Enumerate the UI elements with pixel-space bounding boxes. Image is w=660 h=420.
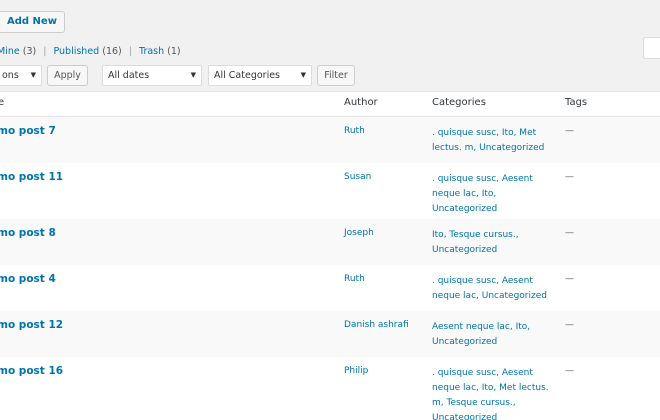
column-header-categories: Categories: [432, 97, 486, 108]
post-tags: —: [565, 274, 574, 284]
trash-count: (1): [167, 46, 181, 57]
categories-filter-select[interactable]: All Categories ▼: [208, 65, 312, 86]
dropdown-arrow-icon: ▼: [300, 71, 306, 79]
filter-button[interactable]: Filter: [317, 65, 355, 86]
table-row: mo post 11 Susan . quisque susc, Aesent …: [0, 163, 660, 219]
post-tags: —: [565, 320, 574, 330]
table-header: e Author Categories Tags: [0, 92, 660, 117]
post-categories-links[interactable]: . quisque susc, Aesent neque lac, Uncate…: [432, 274, 557, 304]
table-row: mo post 16 Philip . quisque susc, Aesent…: [0, 357, 660, 420]
bulk-actions-select[interactable]: ons ▼: [0, 65, 42, 86]
post-tags: —: [565, 366, 574, 376]
filter-trash-link[interactable]: Trash: [139, 46, 164, 57]
table-row: mo post 12 Danish ashrafi Aesent neque l…: [0, 311, 660, 357]
status-filter-links: Mine (3) | Published (16) | Trash (1): [0, 46, 181, 57]
post-author-link[interactable]: Danish ashrafi: [344, 320, 409, 330]
column-header-author: Author: [344, 97, 378, 108]
post-title-link[interactable]: mo post 12: [0, 319, 63, 331]
add-new-button[interactable]: Add New: [0, 11, 65, 33]
post-title-link[interactable]: mo post 4: [0, 273, 56, 285]
post-tags: —: [565, 126, 574, 136]
post-title-link[interactable]: mo post 11: [0, 171, 63, 183]
categories-filter-value: All Categories: [214, 70, 281, 81]
post-author-link[interactable]: Susan: [344, 172, 371, 182]
search-posts-input[interactable]: [643, 37, 660, 59]
table-row: mo post 4 Ruth . quisque susc, Aesent ne…: [0, 265, 660, 311]
post-title-link[interactable]: mo post 16: [0, 365, 63, 377]
dates-filter-select[interactable]: All dates ▼: [102, 65, 202, 86]
post-tags: —: [565, 172, 574, 182]
post-author-link[interactable]: Ruth: [344, 274, 365, 284]
post-categories-links[interactable]: . quisque susc, Aesent neque lac, Ito, U…: [432, 172, 557, 217]
table-row: mo post 7 Ruth . quisque susc, Ito, Met …: [0, 117, 660, 163]
published-count: (16): [102, 46, 122, 57]
filter-mine-link[interactable]: Mine: [0, 46, 20, 57]
column-header-tags: Tags: [565, 97, 588, 108]
post-categories-links[interactable]: . quisque susc, Ito, Met lectus. m, Unca…: [432, 126, 557, 156]
mine-count: (3): [22, 46, 37, 57]
posts-table: e Author Categories Tags mo post 7 Ruth …: [0, 91, 660, 420]
bulk-actions-value: ons: [2, 70, 19, 81]
post-categories-links[interactable]: Aesent neque lac, Ito, Uncategorized: [432, 320, 557, 350]
table-row: mo post 8 Joseph Ito, Tesque cursus., Un…: [0, 219, 660, 265]
dropdown-arrow-icon: ▼: [30, 71, 36, 79]
column-header-title[interactable]: e: [0, 97, 4, 108]
filter-separator: |: [43, 46, 47, 57]
post-categories-links[interactable]: . quisque susc, Aesent neque lac, Ito, M…: [432, 366, 557, 420]
dates-filter-value: All dates: [108, 70, 150, 81]
filter-published-link[interactable]: Published: [53, 46, 99, 57]
filter-separator: |: [128, 46, 132, 57]
dropdown-arrow-icon: ▼: [190, 71, 196, 79]
post-categories-links[interactable]: Ito, Tesque cursus., Uncategorized: [432, 228, 557, 258]
post-tags: —: [565, 228, 574, 238]
post-author-link[interactable]: Philip: [344, 366, 368, 376]
post-author-link[interactable]: Ruth: [344, 126, 365, 136]
post-author-link[interactable]: Joseph: [344, 228, 374, 238]
post-title-link[interactable]: mo post 7: [0, 125, 56, 137]
post-title-link[interactable]: mo post 8: [0, 227, 56, 239]
apply-button[interactable]: Apply: [47, 65, 88, 86]
